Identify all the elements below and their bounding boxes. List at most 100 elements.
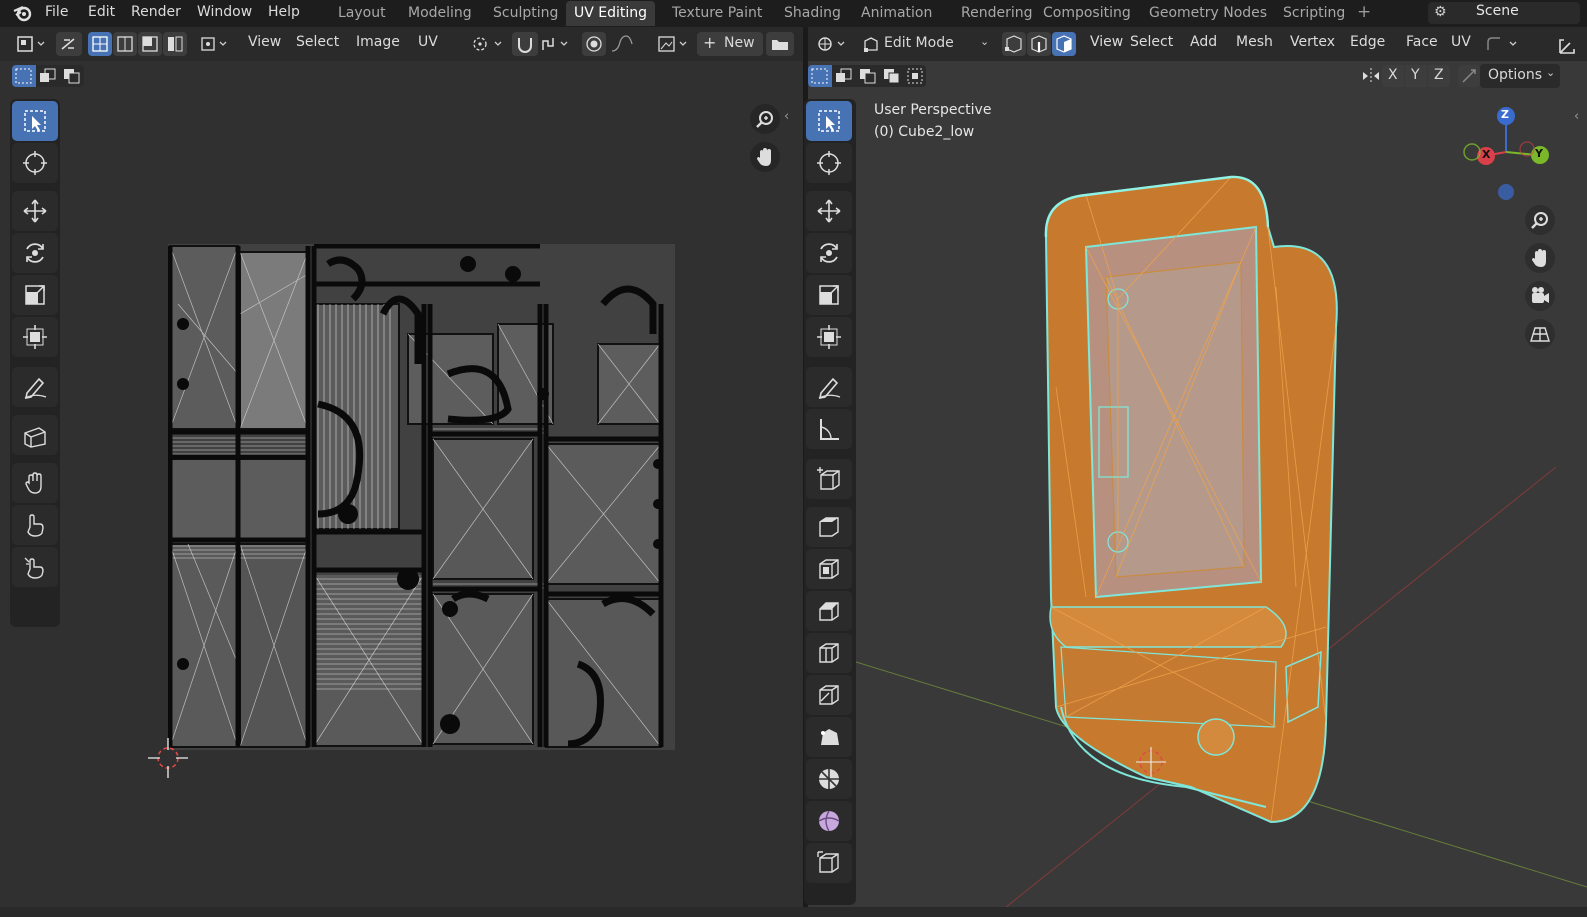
- uv-edge-select-icon[interactable]: [113, 32, 137, 56]
- sync-selection-icon[interactable]: [56, 32, 82, 56]
- uv-tool-grab[interactable]: [12, 463, 58, 503]
- snap-icon[interactable]: [512, 32, 538, 56]
- auto-merge-icon[interactable]: [1458, 65, 1480, 87]
- uv-menu-view[interactable]: View: [248, 34, 281, 50]
- uv-canvas[interactable]: [167, 243, 675, 750]
- uv-tool-rip[interactable]: [12, 415, 58, 455]
- viewport-select-subtract-icon[interactable]: [856, 65, 880, 87]
- uv-sidebar-toggle-icon[interactable]: ‹: [784, 109, 789, 124]
- tab-modeling[interactable]: Modeling: [400, 1, 480, 26]
- tab-shading[interactable]: Shading: [776, 1, 849, 26]
- tool-bevel[interactable]: [806, 591, 852, 631]
- tool-spin[interactable]: [806, 759, 852, 799]
- add-workspace-button[interactable]: +: [1357, 0, 1371, 26]
- tool-select-box[interactable]: [806, 101, 852, 141]
- perspective-toggle-icon[interactable]: [1525, 319, 1555, 349]
- image-browse-icon[interactable]: [654, 32, 692, 56]
- transform-gizmo-icon[interactable]: [1556, 34, 1580, 56]
- viewport-menu-add[interactable]: Add: [1190, 34, 1217, 50]
- uv-tool-relax[interactable]: [12, 505, 58, 545]
- tab-layout[interactable]: Layout: [330, 1, 394, 26]
- new-image-button[interactable]: + New: [697, 32, 763, 56]
- mirror-z-toggle[interactable]: Z: [1428, 65, 1450, 87]
- uv-tool-pinch[interactable]: [12, 547, 58, 587]
- mirror-y-toggle[interactable]: Y: [1405, 65, 1427, 87]
- tool-measure[interactable]: [806, 409, 852, 449]
- uv-zoom-icon[interactable]: [750, 104, 780, 134]
- tool-poly-build[interactable]: [806, 717, 852, 757]
- tool-cursor[interactable]: [806, 143, 852, 183]
- tool-move[interactable]: [806, 191, 852, 231]
- sticky-selection-icon[interactable]: [196, 32, 232, 56]
- menu-help[interactable]: Help: [268, 0, 300, 26]
- menu-file[interactable]: File: [45, 0, 68, 26]
- tab-sculpting[interactable]: Sculpting: [485, 1, 566, 26]
- uv-tool-select[interactable]: [12, 101, 58, 141]
- options-dropdown[interactable]: Options ⌄: [1480, 64, 1560, 88]
- select-extend-icon[interactable]: [36, 65, 60, 87]
- viewport-menu-edge[interactable]: Edge: [1350, 34, 1385, 50]
- tool-annotate[interactable]: [806, 367, 852, 407]
- uv-tool-annotate[interactable]: [12, 367, 58, 407]
- uv-island-select-icon[interactable]: [163, 32, 187, 56]
- viewport-pan-icon[interactable]: [1525, 243, 1555, 273]
- uv-tool-move[interactable]: [12, 191, 58, 231]
- select-box-icon[interactable]: [12, 65, 36, 87]
- uv-vertex-select-icon[interactable]: [88, 32, 112, 56]
- viewport-menu-face[interactable]: Face: [1406, 34, 1438, 50]
- blender-logo-icon[interactable]: [12, 3, 34, 23]
- tool-knife[interactable]: [806, 675, 852, 715]
- open-image-icon[interactable]: [766, 32, 794, 56]
- viewport-select-invert-icon[interactable]: [880, 65, 904, 87]
- transform-orientation-icon[interactable]: [1482, 32, 1522, 56]
- tool-transform[interactable]: [806, 317, 852, 357]
- tool-extrude[interactable]: [806, 507, 852, 547]
- select-subtract-icon[interactable]: [60, 65, 84, 87]
- camera-view-icon[interactable]: [1525, 281, 1555, 311]
- uv-tool-transform[interactable]: [12, 317, 58, 357]
- proportional-edit-icon[interactable]: [582, 32, 606, 56]
- uv-pan-icon[interactable]: [750, 142, 780, 172]
- pivot-point-icon[interactable]: [467, 32, 507, 56]
- tool-smooth[interactable]: [806, 801, 852, 841]
- viewport-scene[interactable]: [855, 87, 1587, 908]
- menu-window[interactable]: Window: [197, 0, 252, 26]
- navigation-gizmo[interactable]: Z Y X: [1454, 97, 1564, 207]
- tab-geometry-nodes[interactable]: Geometry Nodes: [1141, 1, 1275, 26]
- tool-inset[interactable]: [806, 549, 852, 589]
- vertex-select-mode-icon[interactable]: [1002, 32, 1026, 56]
- uv-tool-scale[interactable]: [12, 275, 58, 315]
- uv-menu-select[interactable]: Select: [296, 34, 339, 50]
- tool-rotate[interactable]: [806, 233, 852, 273]
- mode-selector[interactable]: Edit Mode ⌄: [856, 32, 996, 56]
- uv-tool-rotate[interactable]: [12, 233, 58, 273]
- menu-edit[interactable]: Edit: [88, 0, 115, 26]
- viewport-select-intersect-icon[interactable]: [904, 65, 926, 87]
- viewport-select-extend-icon[interactable]: [832, 65, 856, 87]
- viewport-menu-select[interactable]: Select: [1130, 34, 1173, 50]
- tab-compositing[interactable]: Compositing: [1035, 1, 1139, 26]
- uv-tool-cursor[interactable]: [12, 143, 58, 183]
- uv-menu-image[interactable]: Image: [356, 34, 400, 50]
- tab-rendering[interactable]: Rendering: [953, 1, 1041, 26]
- viewport-menu-uv[interactable]: UV: [1451, 34, 1471, 50]
- tool-add-cube[interactable]: [806, 459, 852, 499]
- edge-select-mode-icon[interactable]: [1027, 32, 1051, 56]
- tool-loop-cut[interactable]: [806, 633, 852, 673]
- scene-selector[interactable]: ⚙ Scene: [1428, 2, 1580, 24]
- face-select-mode-icon[interactable]: [1052, 32, 1076, 56]
- viewport-menu-vertex[interactable]: Vertex: [1290, 34, 1335, 50]
- viewport-select-new-icon[interactable]: [808, 65, 832, 87]
- uv-face-select-icon[interactable]: [138, 32, 162, 56]
- viewport-zoom-icon[interactable]: [1525, 205, 1555, 235]
- viewport-menu-mesh[interactable]: Mesh: [1236, 34, 1273, 50]
- tool-scale[interactable]: [806, 275, 852, 315]
- tab-uv-editing[interactable]: UV Editing: [566, 1, 656, 26]
- editor-type-icon[interactable]: [12, 32, 48, 56]
- proportional-falloff-icon[interactable]: [608, 32, 644, 56]
- viewport-editor-type-icon[interactable]: [812, 32, 850, 56]
- uv-2d-cursor-icon[interactable]: [146, 736, 190, 780]
- mirror-icon[interactable]: [1360, 65, 1382, 87]
- snap-target-icon[interactable]: [538, 32, 574, 56]
- mirror-x-toggle[interactable]: X: [1382, 65, 1404, 87]
